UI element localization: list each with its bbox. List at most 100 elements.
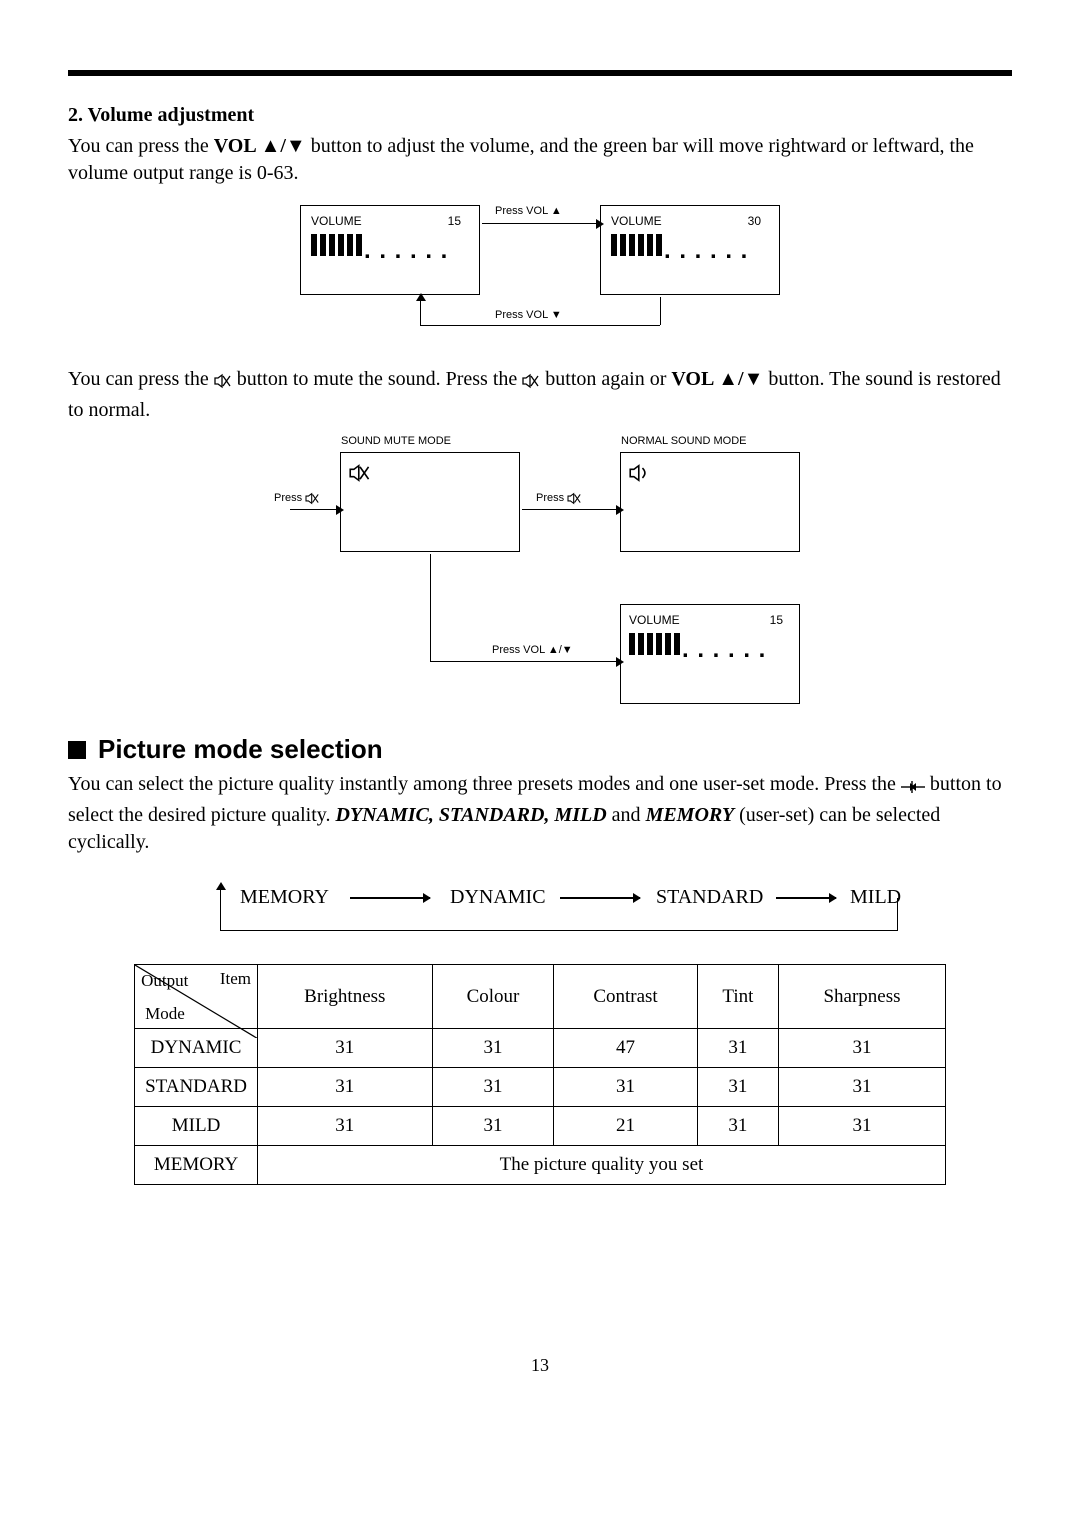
corner-output-label: Output [141,971,188,991]
table-row: STANDARD 31 31 31 31 31 [135,1068,946,1107]
modes-list: DYNAMIC, STANDARD, MILD [336,804,607,826]
text: You can press the [68,368,214,390]
arrow-right-icon [350,897,430,899]
vol-up-down-label: VOL ▲/▼ [214,135,306,157]
arrowhead-up-icon [216,882,226,890]
cell: 31 [779,1107,946,1146]
page-number: 13 [68,1355,1012,1376]
diagram-mute-flow: SOUND MUTE MODE NORMAL SOUND MODE VOLUME… [280,434,800,704]
cell: 31 [258,1029,433,1068]
cell: 31 [432,1029,554,1068]
col-header: Sharpness [779,965,946,1029]
mute-icon [349,463,511,489]
arrow-line [522,509,618,510]
paragraph-mute: You can press the button to mute the sou… [68,366,1012,424]
cell: 47 [554,1029,697,1068]
cycle-line [220,890,221,930]
col-header: Brightness [258,965,433,1029]
arrowhead-right-icon [616,505,624,515]
arrow-right-icon [776,897,836,899]
row-name: MEMORY [135,1146,258,1185]
normal-mode-title: NORMAL SOUND MODE [621,435,747,447]
value: 30 [748,214,761,228]
label: VOLUME [629,613,680,627]
value: 15 [448,214,461,228]
arrowhead-right-icon [616,657,624,667]
cycle-line [220,930,898,931]
memory-cell: The picture quality you set [258,1146,946,1185]
arrow-line [420,297,421,325]
diagram-volume-bar: VOLUME 15 . . . . . . VOLUME30 . . . . . … [300,197,780,342]
arrow-line [290,509,338,510]
mute-icon [522,370,540,397]
mute-icon [214,370,232,397]
section-title: Picture mode selection [98,734,383,765]
arrow-line [430,661,618,662]
cell: 31 [432,1107,554,1146]
cell: 31 [697,1107,778,1146]
corner-item-label: Item [220,969,251,989]
row-name: STANDARD [135,1068,258,1107]
mute-mode-title: SOUND MUTE MODE [341,435,451,447]
press-vol-ud-label: Press VOL ▲/▼ [492,644,573,656]
press-vol-up-label: Press VOL ▲ [495,205,562,217]
volume-restore-box: VOLUME 15 . . . . . . [620,604,800,704]
col-header: Colour [432,965,554,1029]
paragraph-volume: You can press the VOL ▲/▼ button to adju… [68,133,1012,187]
memory-label: MEMORY [646,804,735,826]
arrowhead-right-icon [336,505,344,515]
press-vol-down-label: Press VOL ▼ [495,309,562,321]
label: VOLUME [311,214,362,228]
heading-volume-adjustment: 2. Volume adjustment [68,104,1012,127]
press-mute-label: Press [536,492,582,508]
press-mute-label: Press [274,492,320,508]
paragraph-picture-mode: You can select the picture quality insta… [68,771,1012,856]
section-heading-picture-mode: Picture mode selection [68,734,1012,765]
volume-bars: . . . . . . [611,234,769,256]
page-top-rule [68,70,1012,76]
volume-box-right: VOLUME30 . . . . . . [600,205,780,295]
cycle-item: DYNAMIC [450,886,546,909]
cell: 31 [258,1107,433,1146]
mode-cycle-diagram: MEMORY DYNAMIC STANDARD MILD [190,874,890,934]
arrow-line [430,554,431,662]
arrow-right-icon [560,897,640,899]
text: You can press the [68,135,214,157]
picture-mode-button-icon [901,775,925,802]
arrowhead-up-icon [416,293,426,301]
cell: 31 [779,1029,946,1068]
cycle-item: MILD [850,886,901,909]
text: button to mute the sound. Press the [237,368,523,390]
corner-mode-label: Mode [145,1004,185,1024]
speaker-icon [629,463,791,489]
arrow-line [420,325,660,326]
vol-up-down-label: VOL ▲/▼ [671,368,763,390]
text: Press [274,492,305,504]
cell: 31 [258,1068,433,1107]
arrowhead-right-icon [596,219,604,229]
volume-bars: . . . . . . [311,234,469,256]
table-corner-cell: Output Item Mode [135,965,258,1029]
normal-mode-box: NORMAL SOUND MODE [620,452,800,552]
value: 15 [770,613,783,627]
table-row: MILD 31 31 21 31 31 [135,1107,946,1146]
table-header-row: Output Item Mode Brightness Colour Contr… [135,965,946,1029]
cell: 31 [554,1068,697,1107]
volume-box-left: VOLUME 15 . . . . . . [300,205,480,295]
square-bullet-icon [68,741,86,759]
volume-bars: . . . . . . [629,633,791,655]
cycle-item: STANDARD [656,886,763,909]
mute-icon [305,492,320,508]
cell: 31 [779,1068,946,1107]
col-header: Tint [697,965,778,1029]
cell: 31 [432,1068,554,1107]
arrow-line [660,297,661,325]
table-row: MEMORY The picture quality you set [135,1146,946,1185]
col-header: Contrast [554,965,697,1029]
text: button again or [545,368,671,390]
mute-icon [567,492,582,508]
cell: 31 [697,1029,778,1068]
cycle-item: MEMORY [240,886,329,909]
text: Press [536,492,567,504]
text: and [607,804,646,826]
